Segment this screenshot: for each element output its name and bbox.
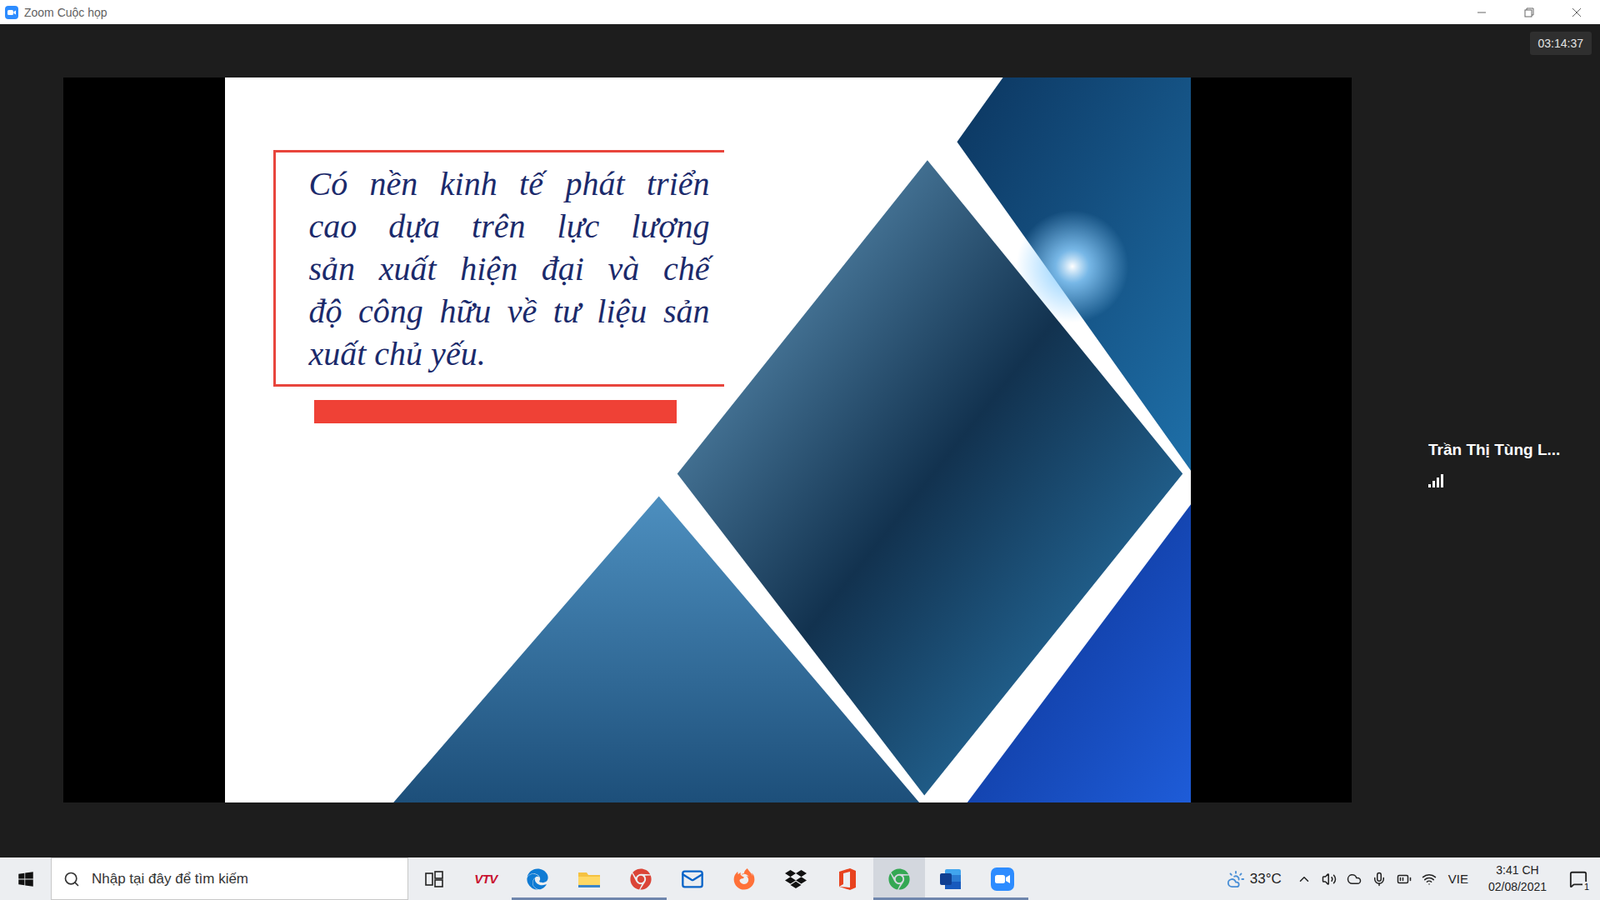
- speaker-icon: [1321, 871, 1337, 887]
- mail-app[interactable]: [666, 857, 719, 900]
- slide-text-line: độ công hữu về tư liệu sản: [309, 290, 710, 333]
- search-placeholder: Nhập tại đây để tìm kiếm: [91, 870, 249, 888]
- shared-screen: Có nền kinh tế phát triểncao dựa trên lự…: [63, 77, 1352, 803]
- search-box[interactable]: Nhập tại đây để tìm kiếm: [50, 857, 409, 900]
- battery-icon: [1396, 871, 1412, 887]
- edge-icon: [526, 868, 549, 890]
- weather[interactable]: 33°C: [1220, 870, 1292, 889]
- chevron-up-icon: [1296, 871, 1312, 887]
- vtv-app[interactable]: VTV: [460, 857, 512, 900]
- chrome-app[interactable]: [615, 857, 667, 900]
- meeting-area: Có nền kinh tế phát triểncao dựa trên lự…: [0, 24, 1600, 858]
- slide-text-box: Có nền kinh tế phát triểncao dựa trên lự…: [273, 150, 725, 387]
- chrome-icon: [630, 868, 652, 890]
- input-language[interactable]: VIE: [1441, 871, 1479, 886]
- clock[interactable]: 3:41 CH02/08/2021: [1478, 862, 1557, 895]
- word-app[interactable]: [925, 857, 977, 900]
- participant-name: Trần Thị Tùng L...: [1428, 440, 1600, 460]
- taskbar: Nhập tại đây để tìm kiếmVTV33°CVIE3:41 C…: [0, 857, 1600, 900]
- weather-icon: [1226, 870, 1245, 889]
- slide-content: Có nền kinh tế phát triểncao dựa trên lự…: [225, 77, 1191, 424]
- zoom-app-icon: [990, 867, 1015, 891]
- temperature: 33°C: [1250, 870, 1282, 888]
- share-column: Có nền kinh tế phát triểncao dựa trên lự…: [0, 24, 1352, 858]
- slide: Có nền kinh tế phát triểncao dựa trên lự…: [225, 77, 1191, 803]
- onedrive[interactable]: [1341, 857, 1367, 900]
- zoom-window: Zoom Cuộc họp Có nền kinh tế phát triểnca…: [0, 0, 1600, 900]
- windows-icon: [17, 870, 35, 888]
- battery[interactable]: [1391, 857, 1417, 900]
- minimize-icon: [1476, 7, 1487, 18]
- vtv-logo: VTV: [474, 871, 498, 886]
- zoom-icon: [5, 5, 19, 20]
- notification-count: 1: [1582, 881, 1591, 892]
- close-button[interactable]: [1552, 0, 1600, 25]
- start-button[interactable]: [0, 857, 51, 900]
- participant-panel: Trần Thị Tùng L...: [1351, 24, 1600, 858]
- explorer-app[interactable]: [563, 857, 615, 900]
- meeting-timer: 03:14:37: [1530, 31, 1593, 55]
- slide-text-line: cao dựa trên lực lượng: [309, 205, 710, 248]
- tray-expand[interactable]: [1291, 857, 1317, 900]
- dropbox-app[interactable]: [770, 857, 822, 900]
- notifications-button[interactable]: 1: [1556, 857, 1600, 900]
- task-view-icon: [425, 870, 444, 888]
- office-app[interactable]: [821, 857, 874, 900]
- slide-text-line: Có nền kinh tế phát triển: [309, 162, 710, 205]
- window-title: Zoom Cuộc họp: [24, 5, 108, 20]
- search-icon: [63, 870, 80, 888]
- dropbox-icon: [785, 868, 807, 890]
- edge-app[interactable]: [511, 857, 564, 900]
- folder-icon: [577, 869, 601, 890]
- task-view-button[interactable]: [408, 857, 460, 900]
- slide-text-line: sản xuất hiện đại và chế: [309, 247, 710, 290]
- wifi-icon: [1421, 871, 1437, 887]
- zoom-app[interactable]: [976, 857, 1029, 900]
- restore-icon: [1524, 7, 1535, 18]
- clock-time: 3:41 CH: [1495, 862, 1539, 880]
- minimize-button[interactable]: [1457, 0, 1505, 25]
- chrome-profile-icon: [888, 868, 910, 890]
- microphone[interactable]: [1366, 857, 1392, 900]
- restore-button[interactable]: [1505, 0, 1553, 25]
- signal-icon: [1428, 472, 1445, 488]
- mail-icon: [680, 867, 705, 891]
- red-bar: [314, 400, 677, 424]
- cloud-icon: [1346, 871, 1362, 887]
- volume[interactable]: [1316, 857, 1342, 900]
- clock-date: 02/08/2021: [1488, 879, 1547, 896]
- firefox-icon: [733, 868, 755, 890]
- title-bar: Zoom Cuộc họp: [0, 0, 1600, 25]
- chrome-profile-app[interactable]: [873, 857, 925, 900]
- network[interactable]: [1416, 857, 1442, 900]
- mic-icon: [1371, 871, 1387, 887]
- close-icon: [1571, 7, 1582, 18]
- window-controls: [1457, 0, 1600, 25]
- system-tray: 33°CVIE3:41 CH02/08/20211: [1220, 857, 1600, 900]
- office-icon: [837, 867, 858, 891]
- word-icon: [939, 867, 963, 891]
- firefox-app[interactable]: [718, 857, 770, 900]
- slide-text-line: xuất chủ yếu.: [309, 332, 710, 375]
